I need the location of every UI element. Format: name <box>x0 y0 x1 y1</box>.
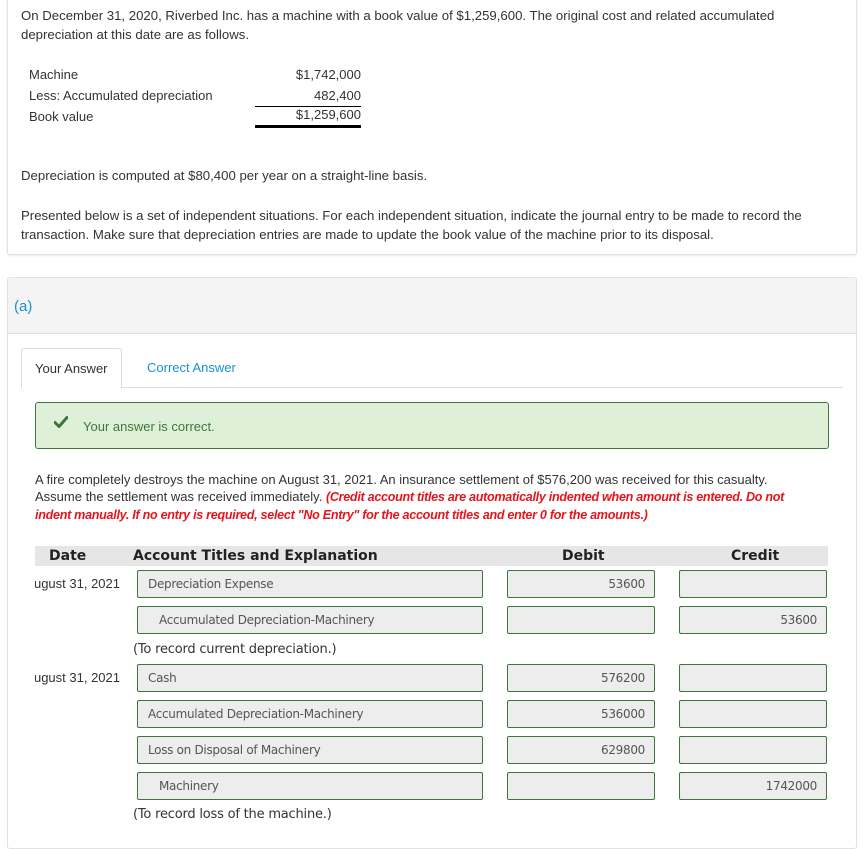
debit-field[interactable] <box>507 606 655 634</box>
bv-label: Book value <box>29 109 94 124</box>
debit-field[interactable] <box>507 772 655 800</box>
entry-date: August 31, 2021 <box>35 670 120 685</box>
bv-value: $1,259,600 <box>255 106 361 128</box>
account-field[interactable]: Accumulated Depreciation-Machinery <box>137 700 483 728</box>
debit-field[interactable]: 536000 <box>507 700 655 728</box>
account-field[interactable]: Cash <box>137 664 483 692</box>
credit-field[interactable] <box>679 736 827 764</box>
credit-field[interactable] <box>679 700 827 728</box>
credit-field[interactable]: 53600 <box>679 606 827 634</box>
entry-date: August 31, 2021 <box>35 576 120 591</box>
header-debit: Debit <box>562 548 605 564</box>
check-icon <box>54 416 68 428</box>
scenario-text: A fire completely destroys the machine o… <box>35 471 805 524</box>
part-label: (a) <box>14 298 33 315</box>
bv-value: 482,400 <box>255 85 361 107</box>
debit-field[interactable]: 629800 <box>507 736 655 764</box>
tab-correct-answer[interactable]: Correct Answer <box>134 348 249 387</box>
bv-value: $1,742,000 <box>295 67 361 82</box>
entry-explanation: (To record current depreciation.) <box>133 642 337 657</box>
header-account: Account Titles and Explanation <box>133 548 378 564</box>
account-field[interactable]: Depreciation Expense <box>137 570 483 598</box>
tab-divider <box>21 387 843 388</box>
depreciation-note: Depreciation is computed at $80,400 per … <box>21 168 428 183</box>
account-field[interactable]: Machinery <box>137 772 483 800</box>
bv-label: Machine <box>29 67 79 82</box>
bv-label: Less: Accumulated depreciation <box>29 88 213 103</box>
header-date: Date <box>49 548 87 564</box>
journal-header: Date Account Titles and Explanation Debi… <box>35 546 828 566</box>
success-alert: Your answer is correct. <box>35 402 829 449</box>
problem-intro: On December 31, 2020, Riverbed Inc. has … <box>21 8 775 42</box>
debit-field[interactable]: 53600 <box>507 570 655 598</box>
header-credit: Credit <box>731 548 780 564</box>
account-field[interactable]: Accumulated Depreciation-Machinery <box>137 606 483 634</box>
debit-field[interactable]: 576200 <box>507 664 655 692</box>
entry-explanation: (To record loss of the machine.) <box>133 807 332 822</box>
part-header: (a) <box>8 278 856 334</box>
account-field[interactable]: Loss on Disposal of Machinery <box>137 736 483 764</box>
credit-field[interactable] <box>679 570 827 598</box>
instructions: Presented below is a set of independent … <box>21 208 802 242</box>
tab-your-answer[interactable]: Your Answer <box>21 348 122 389</box>
credit-field[interactable]: 1742000 <box>679 772 827 800</box>
credit-field[interactable] <box>679 664 827 692</box>
alert-text: Your answer is correct. <box>83 419 215 434</box>
